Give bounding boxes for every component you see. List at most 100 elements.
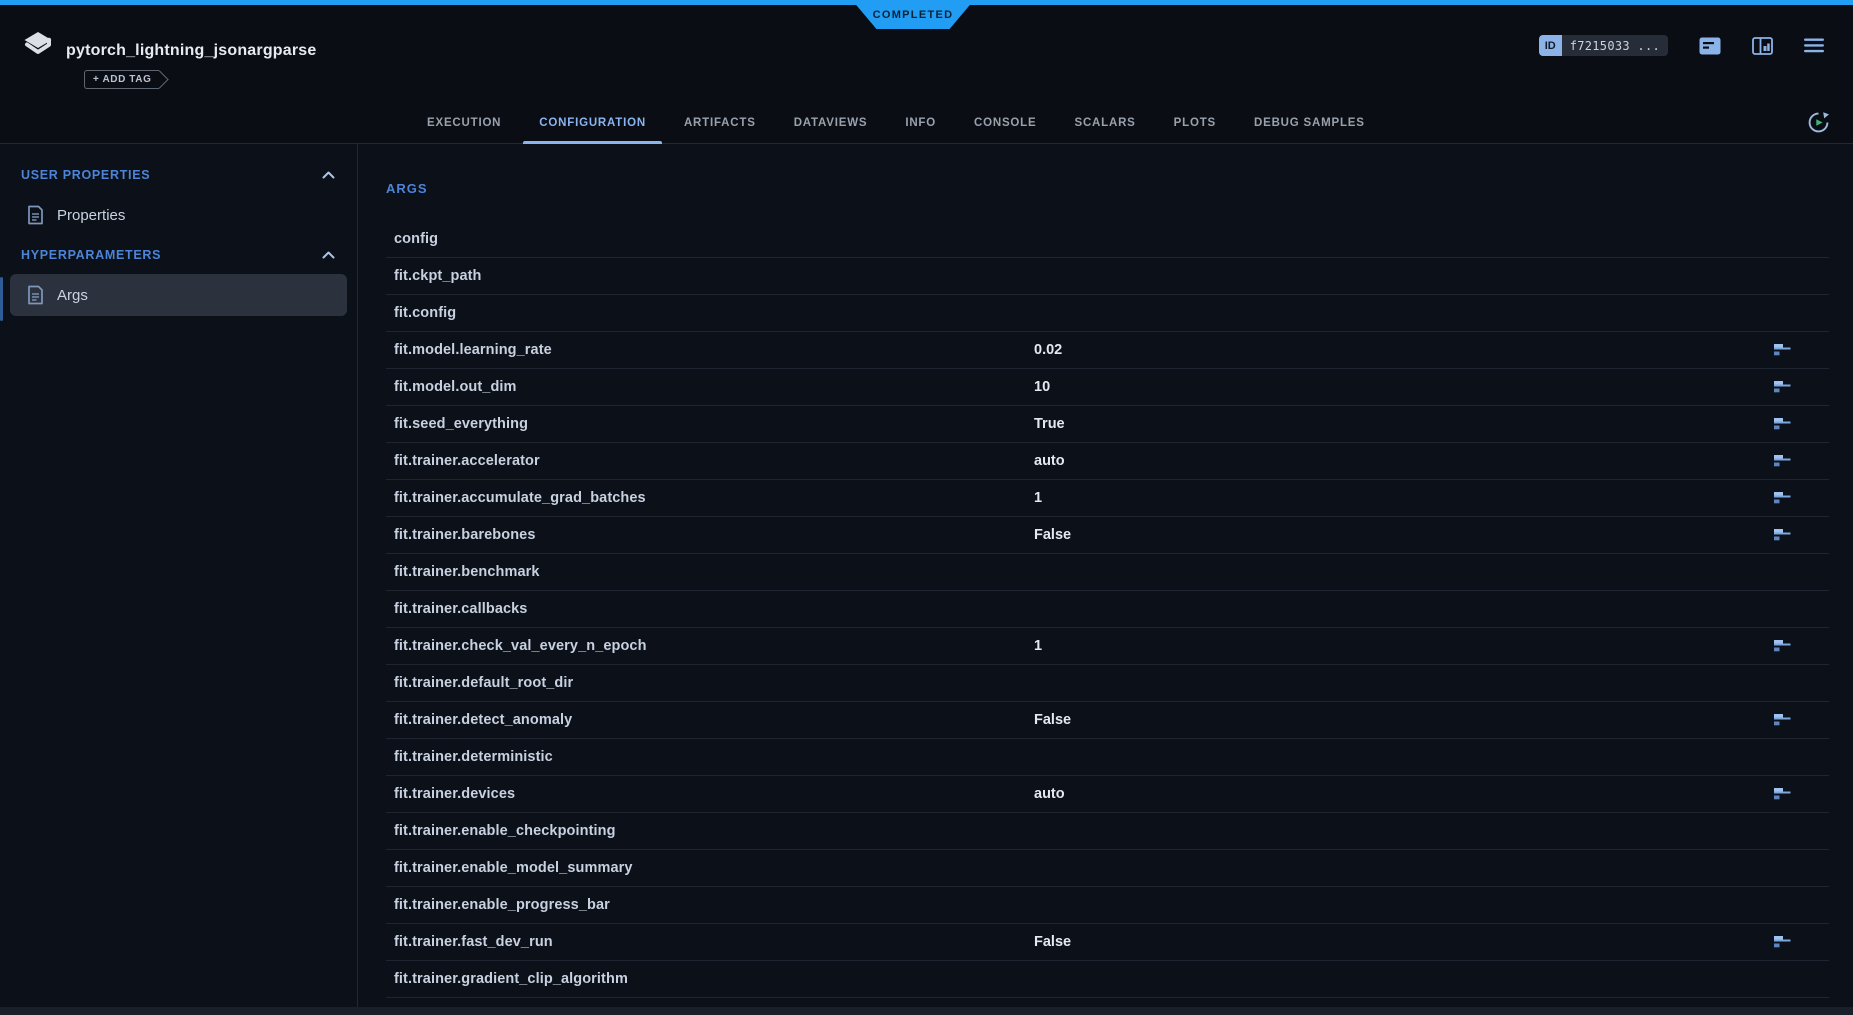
param-value: 1 [1034, 490, 1042, 506]
horizontal-bars-icon[interactable] [1774, 381, 1792, 394]
param-value: False [1034, 934, 1071, 950]
menu-icon[interactable] [1804, 38, 1824, 53]
param-name: fit.model.out_dim [386, 379, 1034, 395]
tab-dataviews[interactable]: DATAVIEWS [775, 102, 887, 144]
document-icon [27, 285, 44, 305]
sidebar-section-user-properties[interactable]: USER PROPERTIES [0, 156, 357, 194]
sidebar-scrollbar[interactable] [0, 277, 3, 321]
param-row: fit.trainer.barebonesFalse [386, 517, 1829, 554]
horizontal-bars-icon[interactable] [1774, 455, 1792, 468]
chevron-up-icon[interactable] [322, 171, 335, 179]
param-name: config [386, 231, 1034, 247]
tab-console[interactable]: CONSOLE [955, 102, 1055, 144]
param-name: fit.trainer.default_root_dir [386, 675, 1034, 691]
id-label: ID [1539, 35, 1562, 56]
tab-execution[interactable]: EXECUTION [408, 102, 520, 144]
horizontal-bars-icon[interactable] [1774, 714, 1792, 727]
sidebar-item-label: Properties [57, 207, 125, 224]
param-row: fit.trainer.enable_checkpointing [386, 813, 1829, 850]
param-row: fit.ckpt_path [386, 258, 1829, 295]
tab-artifacts[interactable]: ARTIFACTS [665, 102, 775, 144]
param-name: fit.trainer.accumulate_grad_batches [386, 490, 1034, 506]
details-icon[interactable] [1699, 37, 1721, 55]
param-row: fit.seed_everythingTrue [386, 406, 1829, 443]
param-row: fit.trainer.detect_anomalyFalse [386, 702, 1829, 739]
param-row: fit.trainer.enable_progress_bar [386, 887, 1829, 924]
sidebar-section-hyperparameters[interactable]: HYPERPARAMETERS [0, 236, 357, 274]
param-value: auto [1034, 786, 1065, 802]
param-row: fit.trainer.check_val_every_n_epoch1 [386, 628, 1829, 665]
sidebar: USER PROPERTIES Properties HYPERPARAMETERS… [0, 144, 358, 1007]
param-name: fit.config [386, 305, 1034, 321]
param-row: fit.trainer.callbacks [386, 591, 1829, 628]
param-name: fit.trainer.accelerator [386, 453, 1034, 469]
tab-configuration[interactable]: CONFIGURATION [520, 102, 665, 144]
param-value: auto [1034, 453, 1065, 469]
param-value: False [1034, 527, 1071, 543]
param-row: fit.model.learning_rate0.02 [386, 332, 1829, 369]
param-name: fit.ckpt_path [386, 268, 1034, 284]
param-name: fit.trainer.enable_progress_bar [386, 897, 1034, 913]
horizontal-bars-icon[interactable] [1774, 492, 1792, 505]
param-row: fit.trainer.deterministic [386, 739, 1829, 776]
horizontal-bars-icon[interactable] [1774, 418, 1792, 431]
param-row: fit.trainer.benchmark [386, 554, 1829, 591]
param-name: fit.trainer.enable_checkpointing [386, 823, 1034, 839]
sidebar-item-label: Args [57, 287, 88, 304]
param-value: 10 [1034, 379, 1050, 395]
param-row: fit.trainer.devicesauto [386, 776, 1829, 813]
horizontal-bars-icon[interactable] [1774, 936, 1792, 949]
param-row: fit.trainer.fast_dev_runFalse [386, 924, 1829, 961]
param-name: fit.seed_everything [386, 416, 1034, 432]
param-name: fit.trainer.barebones [386, 527, 1034, 543]
param-row: fit.config [386, 295, 1829, 332]
param-row: fit.model.out_dim10 [386, 369, 1829, 406]
horizontal-bars-icon[interactable] [1774, 788, 1792, 801]
horizontal-bars-icon[interactable] [1774, 344, 1792, 357]
param-name: fit.trainer.gradient_clip_algorithm [386, 971, 1034, 987]
refresh-icon[interactable] [1807, 111, 1830, 134]
id-chip: ID f7215033 ... [1539, 35, 1668, 56]
horizontal-bars-icon[interactable] [1774, 529, 1792, 542]
sidebar-item-properties[interactable]: Properties [0, 194, 357, 236]
horizontal-scrollbar[interactable] [0, 1007, 1853, 1015]
document-icon [27, 205, 44, 225]
sidebar-section-label: HYPERPARAMETERS [21, 248, 161, 262]
param-row: config [386, 221, 1829, 258]
param-name: fit.trainer.benchmark [386, 564, 1034, 580]
task-logo-icon [23, 31, 53, 59]
sidebar-item-args[interactable]: Args [10, 274, 347, 316]
add-tag-label: + ADD TAG [93, 74, 151, 85]
param-value: 1 [1034, 638, 1042, 654]
param-name: fit.trainer.enable_model_summary [386, 860, 1034, 876]
tab-scalars[interactable]: SCALARS [1055, 102, 1154, 144]
chevron-up-icon[interactable] [322, 251, 335, 259]
param-value: 0.02 [1034, 342, 1062, 358]
header-actions: ID f7215033 ... [1539, 35, 1824, 56]
id-value[interactable]: f7215033 ... [1562, 35, 1668, 56]
layout-panel-icon[interactable] [1752, 37, 1773, 55]
param-row: fit.trainer.enable_model_summary [386, 850, 1829, 887]
param-row: fit.trainer.accumulate_grad_batches1 [386, 480, 1829, 517]
param-name: fit.trainer.detect_anomaly [386, 712, 1034, 728]
param-name: fit.model.learning_rate [386, 342, 1034, 358]
args-section-title: ARGS [386, 181, 428, 196]
param-value: False [1034, 712, 1071, 728]
sidebar-sections: USER PROPERTIES Properties HYPERPARAMETERS… [0, 156, 357, 316]
app-window: COMPLETED pytorch_lightning_jsonargparse… [0, 0, 1853, 1015]
param-name: fit.trainer.fast_dev_run [386, 934, 1034, 950]
param-value: True [1034, 416, 1065, 432]
param-row: fit.trainer.acceleratorauto [386, 443, 1829, 480]
tab-debug-samples[interactable]: DEBUG SAMPLES [1235, 102, 1384, 144]
tab-bar: EXECUTIONCONFIGURATIONARTIFACTSDATAVIEWS… [408, 102, 1384, 144]
param-name: fit.trainer.deterministic [386, 749, 1034, 765]
add-tag-button[interactable]: + ADD TAG [84, 70, 159, 89]
tab-plots[interactable]: PLOTS [1155, 102, 1235, 144]
param-name: fit.trainer.callbacks [386, 601, 1034, 617]
param-row: fit.trainer.gradient_clip_algorithm [386, 961, 1829, 998]
configuration-panel: ARGS config fit.ckpt_path fit.config fit.mo… [359, 144, 1853, 1007]
horizontal-bars-icon[interactable] [1774, 640, 1792, 653]
status-label: COMPLETED [873, 9, 954, 21]
sidebar-section-label: USER PROPERTIES [21, 168, 150, 182]
tab-info[interactable]: INFO [886, 102, 955, 144]
